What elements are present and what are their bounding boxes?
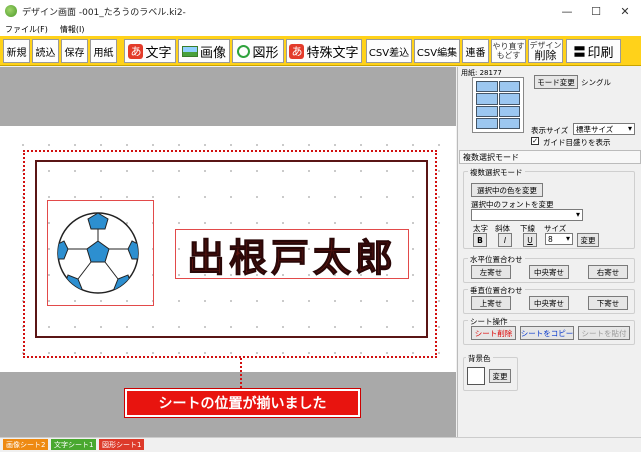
circle-shape-icon [237, 44, 251, 58]
sheet-copy-button[interactable]: シートをコピー [520, 326, 574, 340]
thumb-cell [476, 93, 498, 105]
align-hcenter-button[interactable]: 中央寄せ [529, 265, 569, 279]
sheet-tab-bar: 画像シート2 文字シート1 図形シート1 [0, 437, 641, 452]
menu-info[interactable]: 情報(I) [60, 24, 85, 35]
main-toolbar: 新規 読込 保存 用紙 あ 文字 画像 図形 あ 特殊文字 CSV差込 CSV編… [0, 36, 641, 66]
shape-button-label: 図形 [252, 45, 279, 61]
csv-edit-button[interactable]: CSV編集 [414, 39, 460, 63]
multi-select-panel-header: 複数選択モード [459, 150, 641, 164]
thumb-cell [476, 117, 498, 129]
guide-checkbox[interactable]: ✓ [531, 137, 539, 145]
app-logo-icon [5, 5, 17, 17]
undo-label: もどす [496, 51, 521, 60]
align-vcenter-button[interactable]: 中央寄せ [529, 296, 569, 310]
shape-button[interactable]: 図形 [232, 39, 284, 63]
bg-color-title: 背景色 [466, 353, 493, 364]
align-right-button[interactable]: 右寄せ [588, 265, 628, 279]
sheet-tab-text[interactable]: 文字シート1 [51, 439, 97, 450]
print-button-label: 印刷 [587, 45, 614, 61]
bg-color-swatch[interactable] [467, 367, 485, 385]
close-button[interactable]: ✕ [610, 0, 640, 22]
thumb-cell [498, 93, 520, 105]
printer-icon: 〓 [573, 44, 586, 59]
serial-button[interactable]: 連番 [462, 39, 489, 63]
bold-button[interactable]: B [473, 233, 487, 247]
picture-icon [181, 45, 198, 57]
app-window: デザイン画面 -001_たろうのラベル.ki2- — ☐ ✕ ファイル(F) 情… [0, 0, 641, 452]
open-button[interactable]: 読込 [32, 39, 59, 63]
thumb-cell [498, 81, 520, 93]
v-align-title: 垂直位置合わせ [468, 285, 525, 296]
paper-button[interactable]: 用紙 [90, 39, 117, 63]
size-change-button[interactable]: 変更 [577, 233, 599, 247]
text-a-icon: あ [128, 43, 144, 59]
image-button-label: 画像 [199, 45, 226, 61]
soccer-ball-icon [57, 212, 139, 294]
align-bottom-button[interactable]: 下寄せ [588, 296, 628, 310]
display-size-select[interactable]: 標準サイズ [573, 123, 635, 135]
save-button[interactable]: 保存 [61, 39, 88, 63]
display-size-label: 表示サイズ [531, 126, 569, 135]
image-sheet[interactable] [47, 200, 154, 306]
sheet-tab-image[interactable]: 画像シート2 [3, 439, 49, 450]
italic-button[interactable]: I [498, 233, 512, 247]
text-sheet[interactable]: 出根戸太郎 [175, 229, 409, 280]
menu-bar: ファイル(F) 情報(I) [0, 22, 641, 36]
mode-value: シングル [581, 78, 611, 87]
guide-label: ガイド目盛りを表示 [543, 138, 611, 147]
bg-change-button[interactable]: 変更 [489, 369, 511, 383]
redo-label: やり直す [492, 42, 525, 51]
csv-insert-button[interactable]: CSV差込 [366, 39, 412, 63]
thumb-cell [498, 105, 520, 117]
h-align-title: 水平位置合わせ [468, 254, 525, 265]
special-char-label: 特殊文字 [306, 45, 359, 61]
align-top-button[interactable]: 上寄せ [471, 296, 511, 310]
side-panel: 用紙: 28177 モード変更 シングル 表示サイズ 標準サイズ ✓ ガイド目盛… [457, 67, 641, 437]
maximize-button[interactable]: ☐ [581, 0, 611, 22]
print-button[interactable]: 〓 印刷 [566, 39, 621, 63]
alignment-callout: シートの位置が揃いました [125, 389, 360, 417]
special-a-icon: あ [289, 43, 305, 59]
thumb-cell [476, 105, 498, 117]
menu-file[interactable]: ファイル(F) [5, 24, 48, 35]
title-bar: デザイン画面 -001_たろうのラベル.ki2- — ☐ ✕ [0, 0, 641, 22]
multi-select-group-title: 複数選択モード [468, 167, 525, 178]
sheet-paste-button[interactable]: シートを貼付 [578, 326, 630, 340]
undo-button[interactable]: やり直す もどす [491, 39, 526, 63]
underline-button[interactable]: U [523, 233, 537, 247]
design-canvas[interactable]: 出根戸太郎 シートの位置が揃いました [0, 67, 456, 437]
font-select[interactable] [471, 209, 583, 221]
font-size-stepper[interactable]: 8 [545, 233, 573, 245]
align-left-button[interactable]: 左寄せ [471, 265, 511, 279]
text-button-label: 文字 [145, 45, 172, 61]
change-color-button[interactable]: 選択中の色を変更 [471, 183, 543, 197]
window-title: デザイン画面 -001_たろうのラベル.ki2- [22, 7, 186, 18]
design-delete-button[interactable]: デザイン 削除 [528, 39, 563, 63]
sheet-delete-button[interactable]: シート削除 [471, 326, 516, 340]
thumb-cell [498, 117, 520, 129]
special-char-button[interactable]: あ 特殊文字 [286, 39, 362, 63]
image-button[interactable]: 画像 [178, 39, 230, 63]
label-name-text: 出根戸太郎 [186, 235, 397, 280]
mode-change-button[interactable]: モード変更 [534, 75, 578, 89]
minimize-button[interactable]: — [552, 0, 582, 22]
paper-thumbnail[interactable] [472, 77, 524, 133]
design-delete-label: 削除 [534, 49, 557, 62]
new-button[interactable]: 新規 [3, 39, 30, 63]
thumb-cell [476, 81, 498, 93]
text-button[interactable]: あ 文字 [124, 39, 176, 63]
sheet-tab-shape[interactable]: 図形シート1 [99, 439, 145, 450]
